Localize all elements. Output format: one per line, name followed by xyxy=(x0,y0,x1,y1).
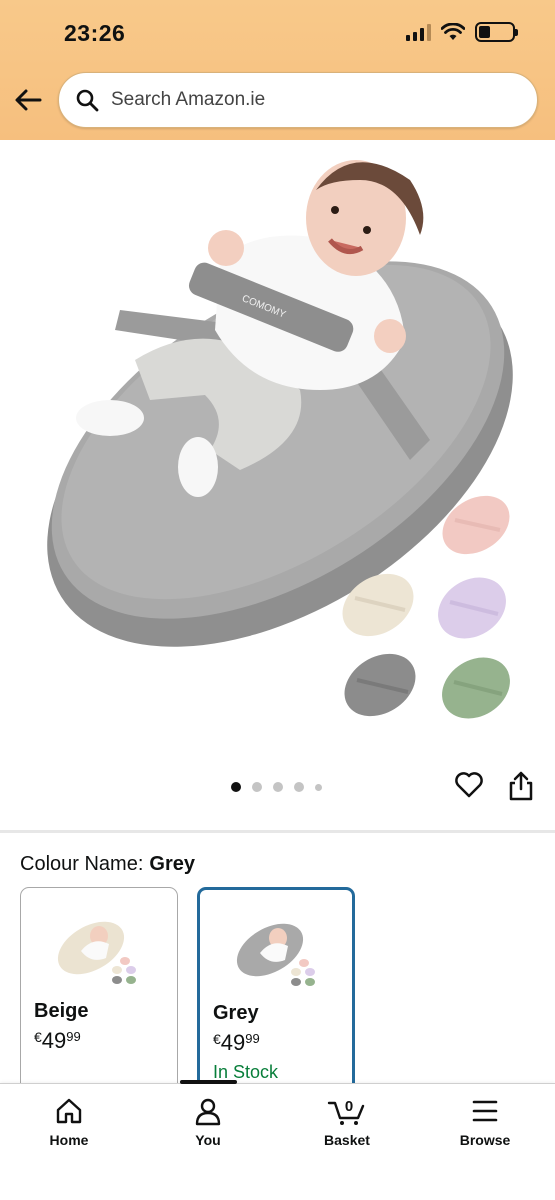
section-divider xyxy=(0,830,555,833)
nav-you[interactable]: You xyxy=(158,1096,258,1148)
product-image[interactable]: COMOMY xyxy=(0,140,555,740)
search-bar[interactable] xyxy=(58,72,538,128)
option-name: Grey xyxy=(213,1002,259,1024)
nav-browse-label: Browse xyxy=(459,1132,511,1148)
app-header: 23:26 xyxy=(0,0,555,140)
nav-basket-label: Basket xyxy=(324,1132,370,1148)
colour-option-beige[interactable]: Beige €4999 xyxy=(20,887,178,1097)
colour-name-label: Colour Name: Grey xyxy=(20,853,195,876)
person-icon xyxy=(195,1098,221,1126)
option-name: Beige xyxy=(34,1000,89,1022)
basket-count: 0 xyxy=(345,1098,353,1115)
active-tab-indicator xyxy=(180,1080,237,1084)
colour-label-text: Colour Name: xyxy=(20,853,144,875)
cellular-signal-icon xyxy=(406,23,431,41)
home-icon xyxy=(56,1098,82,1124)
search-input[interactable] xyxy=(111,89,491,111)
carousel-dot[interactable] xyxy=(231,782,241,792)
grey-thumbnail xyxy=(236,923,315,986)
variant-green xyxy=(442,657,510,719)
option-price: €4999 xyxy=(34,1028,81,1053)
wifi-icon xyxy=(441,23,465,40)
carousel-dot[interactable] xyxy=(315,783,322,791)
nav-home[interactable]: Home xyxy=(19,1096,119,1148)
arrow-left-icon[interactable] xyxy=(12,84,44,116)
nav-browse[interactable]: Browse xyxy=(435,1096,535,1148)
carousel-dot[interactable] xyxy=(273,782,283,792)
menu-icon xyxy=(472,1100,498,1122)
nav-you-label: You xyxy=(195,1132,221,1148)
variant-lilac xyxy=(438,577,506,639)
bottom-navigation: Home You 0 Basket Browse xyxy=(0,1080,555,1200)
status-icons xyxy=(406,22,518,42)
option-price: €4999 xyxy=(213,1030,260,1055)
product-photo: COMOMY xyxy=(47,160,513,719)
battery-icon xyxy=(475,22,518,42)
variant-grey xyxy=(344,653,416,717)
beige-thumbnail xyxy=(57,921,136,984)
basket-icon: 0 xyxy=(327,1098,365,1125)
search-icon xyxy=(76,89,99,112)
heart-icon[interactable] xyxy=(454,770,484,800)
nav-basket[interactable]: 0 Basket xyxy=(297,1096,397,1148)
selected-colour: Grey xyxy=(149,853,195,875)
status-time: 23:26 xyxy=(64,20,126,46)
carousel-dot[interactable] xyxy=(294,782,304,792)
carousel-dot[interactable] xyxy=(252,782,262,792)
nav-home-label: Home xyxy=(49,1132,89,1148)
colour-option-grey[interactable]: Grey €4999 In Stock xyxy=(197,887,355,1097)
share-icon[interactable] xyxy=(507,770,535,802)
image-carousel-dots[interactable] xyxy=(231,782,322,792)
